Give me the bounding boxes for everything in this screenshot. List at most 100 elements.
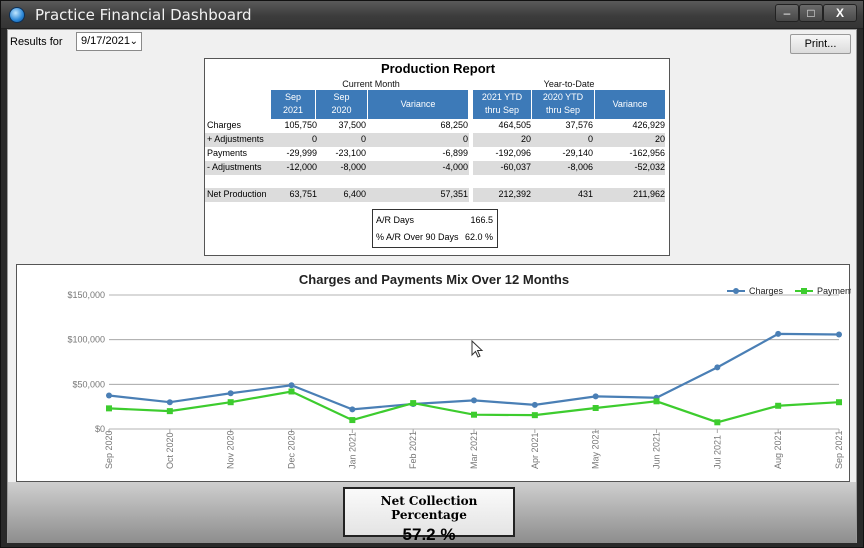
y-tick-label: $50,000 xyxy=(72,379,105,389)
row-value: 464,505 xyxy=(498,120,531,130)
x-tick-label: Sep 2020 xyxy=(104,430,114,469)
data-point xyxy=(349,417,356,424)
chart-panel: Charges and Payments Mix Over 12 Months $… xyxy=(16,264,851,482)
ar-days-label: A/R Days xyxy=(376,215,415,225)
data-point xyxy=(349,406,356,413)
header-ytd-2020: 2020 YTD thru Sep xyxy=(532,90,594,119)
row-value: 37,576 xyxy=(565,120,593,130)
row-value: 211,962 xyxy=(633,189,665,199)
header-line: thru Sep xyxy=(484,105,520,115)
row-value: 20 xyxy=(654,134,665,144)
date-value: 9/17/2021 xyxy=(81,35,130,47)
row-value: 20 xyxy=(520,134,531,144)
legend-marker xyxy=(801,288,807,294)
row-value: -60,037 xyxy=(500,162,531,172)
row-value: -23,100 xyxy=(335,148,366,158)
legend-marker xyxy=(733,288,739,294)
row-value: 57,351 xyxy=(440,189,468,199)
data-point xyxy=(410,400,417,407)
net-collection-title: Net Collection Percentage xyxy=(380,494,478,522)
data-point xyxy=(653,398,660,405)
data-point xyxy=(592,405,599,412)
header-line: 2020 xyxy=(331,105,352,115)
row-value: 0 xyxy=(360,134,366,144)
results-for-label: Results for xyxy=(10,36,63,48)
row-value: 0 xyxy=(462,134,468,144)
data-point xyxy=(471,397,477,404)
dashboard-body: Results for 9/17/2021 ⌄ Print... Product… xyxy=(7,29,857,544)
row-label: Net Production xyxy=(207,189,267,199)
app-window: Practice Financial Dashboard – □ X Resul… xyxy=(0,0,864,548)
header-line: 2020 YTD xyxy=(542,92,584,102)
data-point xyxy=(227,399,234,406)
header-sep-2021: Sep 2021 xyxy=(271,90,315,119)
x-tick-label: Jul 2021 xyxy=(712,435,722,469)
header-variance-month: Variance xyxy=(368,90,468,119)
header-line: thru Sep xyxy=(545,105,581,115)
y-tick-label: $100,000 xyxy=(67,335,105,345)
report-title: Production Report xyxy=(380,61,496,76)
x-tick-label: Sep 2021 xyxy=(834,430,844,469)
close-button[interactable]: X xyxy=(823,4,857,22)
data-point xyxy=(714,364,721,371)
row-value: -4,000 xyxy=(442,162,468,172)
x-tick-label: May 2021 xyxy=(591,429,601,469)
row-label: + Adjustments xyxy=(207,134,264,144)
x-tick-label: Dec 2020 xyxy=(287,430,297,469)
x-tick-label: Feb 2021 xyxy=(408,431,418,469)
window-title: Practice Financial Dashboard xyxy=(35,6,252,24)
row-label: - Adjustments xyxy=(207,162,262,172)
x-tick-label: Apr 2021 xyxy=(530,432,540,469)
data-point xyxy=(288,382,295,389)
app-logo-icon xyxy=(9,7,25,23)
header-line: 2021 xyxy=(282,105,304,115)
title-bar[interactable]: Practice Financial Dashboard – □ X xyxy=(1,1,863,29)
date-dropdown[interactable]: 9/17/2021 ⌄ xyxy=(76,32,142,51)
data-point xyxy=(106,392,112,399)
chevron-down-icon[interactable]: ⌄ xyxy=(130,33,138,50)
summary-band: Net Collection Percentage 57.2 % xyxy=(8,482,856,544)
data-point xyxy=(531,412,538,419)
maximize-button[interactable]: □ xyxy=(799,4,823,22)
data-point xyxy=(106,405,112,412)
x-tick-label: Mar 2021 xyxy=(469,431,479,469)
data-point xyxy=(714,419,721,426)
row-value: -192,096 xyxy=(495,148,531,158)
x-tick-label: Nov 2020 xyxy=(226,430,236,469)
current-month-label: Current Month xyxy=(342,79,400,89)
data-point xyxy=(227,390,234,397)
print-button[interactable]: Print... xyxy=(790,34,851,54)
x-tick-label: Jun 2021 xyxy=(652,432,662,469)
minimize-button[interactable]: – xyxy=(775,4,799,22)
header-variance-ytd: Variance xyxy=(595,90,665,119)
row-value: -12,000 xyxy=(286,162,317,172)
row-value: 0 xyxy=(311,134,317,144)
row-value: 105,750 xyxy=(284,120,317,130)
data-point xyxy=(166,408,173,415)
chart-title: Charges and Payments Mix Over 12 Months xyxy=(299,272,569,287)
row-label: Charges xyxy=(207,120,242,130)
data-point xyxy=(471,411,477,418)
row-value: 0 xyxy=(587,134,593,144)
row-value: -162,956 xyxy=(629,148,665,158)
row-value: -6,899 xyxy=(442,148,468,158)
row-value: 6,400 xyxy=(343,189,366,199)
row-label: Payments xyxy=(207,148,248,158)
header-sep-2020: Sep 2020 xyxy=(316,90,367,119)
row-value: -29,999 xyxy=(286,148,317,158)
data-point xyxy=(775,402,782,409)
row-value: -29,140 xyxy=(562,148,593,158)
line-chart: Charges and Payments Mix Over 12 Months $… xyxy=(67,272,851,469)
header-line: 2021 YTD xyxy=(481,92,523,102)
row-value: -52,032 xyxy=(634,162,665,172)
row-value: -8,000 xyxy=(340,162,366,172)
ar-summary-box: A/R Days 166.5 % A/R Over 90 Days 62.0 % xyxy=(372,209,498,248)
row-value: 68,250 xyxy=(440,120,468,130)
x-tick-label: Jan 2021 xyxy=(347,432,357,469)
ar-over90-label: % A/R Over 90 Days xyxy=(376,232,459,242)
mouse-pointer-icon xyxy=(471,340,484,358)
production-report: Production Report Current Month Year-to-… xyxy=(204,58,670,256)
legend-label: Charges xyxy=(749,286,784,296)
data-point xyxy=(531,401,538,408)
data-point xyxy=(166,399,173,406)
